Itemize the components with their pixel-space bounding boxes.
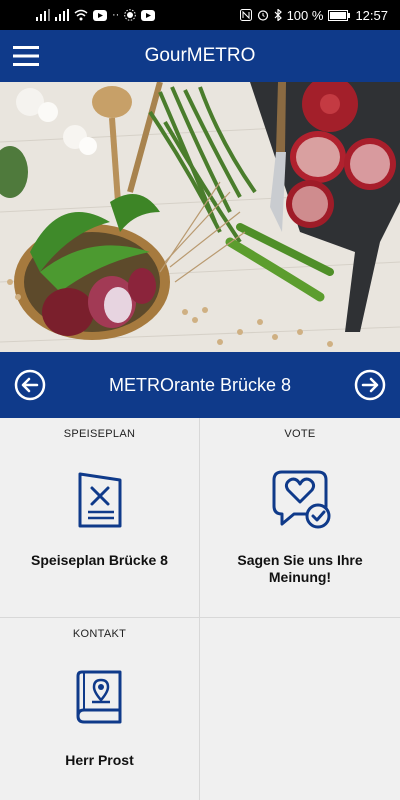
bluetooth-icon	[274, 9, 282, 21]
tile-speiseplan[interactable]: SPEISEPLAN Speiseplan Brücke 8	[0, 418, 199, 617]
status-icons-left: ··	[36, 8, 156, 21]
nfc-icon	[239, 9, 252, 21]
alarm-icon	[257, 10, 268, 21]
tile-label: Herr Prost	[65, 752, 134, 768]
tile-category: VOTE	[284, 428, 316, 440]
clock: 12:57	[355, 7, 388, 23]
contact-book-icon	[76, 670, 121, 724]
sun-icon	[124, 9, 137, 21]
data-speed-icon: ··	[112, 8, 120, 21]
restaurant-switcher: METROrante Brücke 8	[0, 352, 400, 418]
restaurant-name: METROrante Brücke 8	[108, 374, 292, 395]
youtube-icon	[93, 9, 107, 21]
signal-icon	[55, 9, 69, 21]
tile-label: Speiseplan Brücke 8	[31, 552, 168, 568]
feature-grid: SPEISEPLAN Speiseplan Brücke 8 VOTE Sage…	[0, 418, 400, 800]
next-arrow-icon[interactable]	[354, 369, 386, 401]
status-bar: ·· 100 % 12:57	[0, 0, 400, 30]
tile-category: SPEISEPLAN	[63, 428, 136, 440]
youtube-icon	[141, 9, 156, 21]
tile-kontakt[interactable]: KONTAKT Herr Prost	[0, 618, 199, 800]
hamburger-icon	[13, 46, 39, 66]
battery-icon	[328, 9, 351, 21]
tile-label: Sagen Sie uns Ihre Meinung!	[237, 552, 363, 585]
app-bar: GourMETRO	[0, 30, 400, 82]
hero-image	[0, 82, 400, 352]
previous-arrow-icon[interactable]	[14, 369, 46, 401]
battery-percent: 100 %	[286, 7, 324, 23]
menu-card-icon	[78, 472, 121, 528]
app-title: GourMETRO	[144, 45, 256, 66]
status-icons-right: 100 % 12:57	[239, 7, 388, 23]
tile-category: KONTAKT	[72, 628, 127, 640]
wifi-icon	[74, 9, 88, 21]
tile-vote[interactable]: VOTE Sagen Sie uns Ihre Meinung!	[200, 418, 400, 617]
heart-chat-icon	[272, 470, 331, 529]
vegetables-illustration	[0, 82, 400, 352]
empty-tile	[200, 618, 400, 800]
hamburger-menu-button[interactable]	[0, 30, 52, 82]
signal-icon	[36, 9, 50, 21]
